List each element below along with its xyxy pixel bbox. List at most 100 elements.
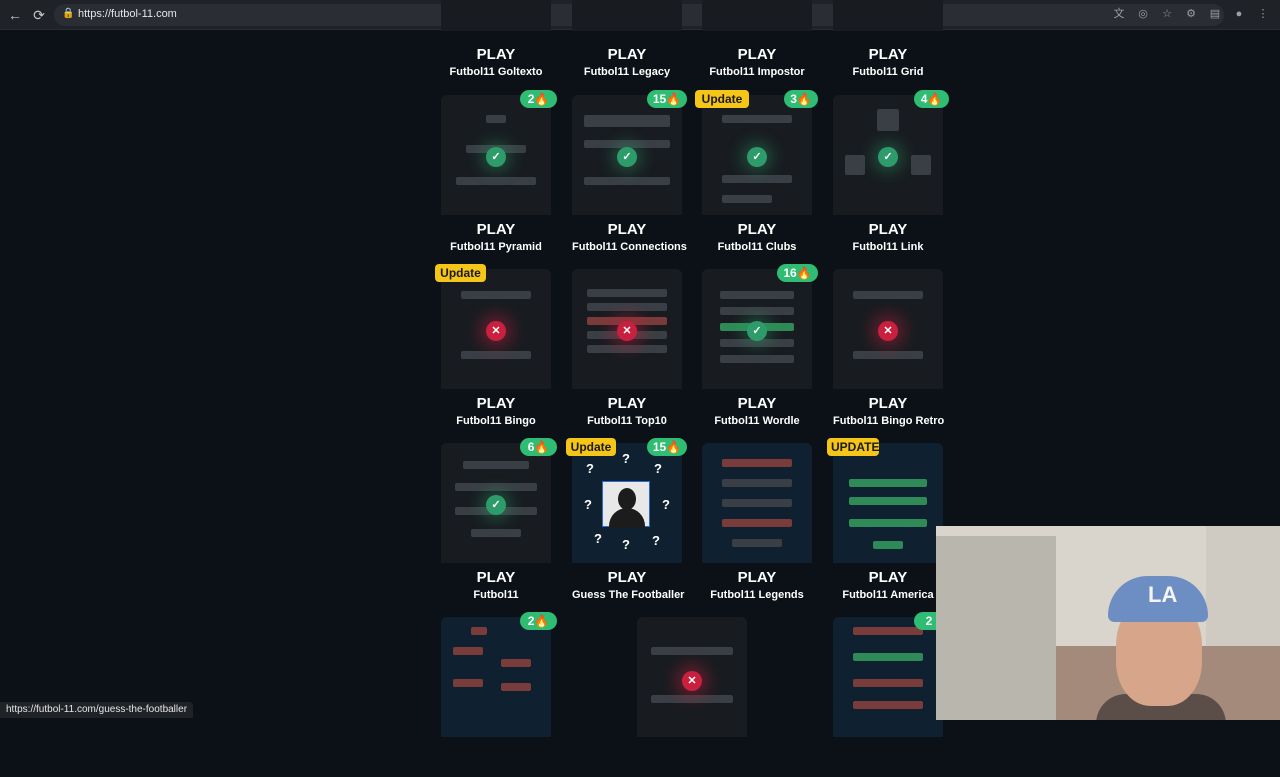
- webcam-overlay: LA: [936, 526, 1280, 720]
- game-title: Futbol11 Grid: [852, 66, 924, 78]
- failed-cross-icon: ✕: [682, 671, 702, 691]
- completed-check-icon: ✓: [747, 147, 767, 167]
- game-title: Futbol11 Bingo: [456, 415, 536, 427]
- game-card-legends[interactable]: PLAY Futbol11 Legends: [702, 443, 812, 603]
- play-button[interactable]: PLAY: [441, 395, 551, 412]
- play-button[interactable]: PLAY: [572, 569, 682, 586]
- game-title: Guess The Footballer: [572, 589, 685, 601]
- question-mark: ?: [584, 497, 592, 512]
- game-card-grid[interactable]: PLAY Futbol11 Grid: [833, 0, 943, 78]
- game-thumbnail: [441, 617, 551, 737]
- game-title: Futbol11: [473, 589, 519, 601]
- game-card-row4-1[interactable]: [441, 617, 551, 777]
- question-mark: ?: [652, 533, 660, 548]
- game-card-clubs[interactable]: ✓ PLAY Futbol11 Clubs: [702, 95, 812, 255]
- streak-badge: 16🔥: [777, 264, 818, 282]
- game-title: Futbol11 Impostor: [709, 66, 805, 78]
- game-card-guess-the-footballer[interactable]: ? ? ? ? ? ? ? ? PLAY Guess The Footballe…: [572, 443, 685, 603]
- game-card-connections[interactable]: ✓ PLAY Futbol11 Connections: [572, 95, 687, 255]
- webcam-door: [1206, 526, 1280, 646]
- game-title: Futbol11 Connections: [572, 241, 687, 253]
- failed-cross-icon: ✕: [878, 321, 898, 341]
- game-thumbnail: [702, 443, 812, 563]
- game-thumbnail: [702, 0, 812, 31]
- game-card-futbol11[interactable]: ✓ PLAY Futbol11: [441, 443, 551, 603]
- game-card-pyramid[interactable]: ✓ PLAY Futbol11 Pyramid: [441, 95, 551, 255]
- game-card-legacy[interactable]: PLAY Futbol11 Legacy: [572, 0, 682, 78]
- extensions-icon[interactable]: ⚙: [1184, 7, 1198, 21]
- streak-badge: 2🔥: [520, 612, 557, 630]
- lock-icon: 🔒: [62, 8, 75, 19]
- globe-icon[interactable]: ◎: [1136, 7, 1150, 21]
- play-button[interactable]: PLAY: [833, 569, 943, 586]
- play-button[interactable]: PLAY: [572, 395, 682, 412]
- game-title: Futbol11 Link: [852, 241, 924, 253]
- game-title: Futbol11 Legacy: [583, 66, 671, 78]
- streak-badge: 15🔥: [647, 90, 687, 108]
- back-icon[interactable]: ←: [6, 6, 24, 24]
- streak-badge: 2🔥: [520, 90, 557, 108]
- play-button[interactable]: PLAY: [702, 221, 812, 238]
- question-mark: ?: [622, 537, 630, 552]
- play-button[interactable]: PLAY: [702, 46, 812, 63]
- play-button[interactable]: PLAY: [702, 569, 812, 586]
- bookmark-star-icon[interactable]: ☆: [1160, 7, 1174, 21]
- game-thumbnail: [441, 0, 551, 31]
- game-title: Futbol11 America: [842, 589, 934, 601]
- game-card-goltexto[interactable]: PLAY Futbol11 Goltexto: [441, 0, 551, 78]
- update-badge: Update: [566, 438, 616, 456]
- webcam-closet: [936, 536, 1056, 720]
- game-title: Futbol11 Top10: [587, 415, 667, 427]
- play-button[interactable]: PLAY: [833, 395, 943, 412]
- update-badge: UPDATE: [827, 438, 879, 456]
- profile-icon[interactable]: ●: [1232, 7, 1246, 21]
- game-card-link[interactable]: ✓ PLAY Futbol11 Link: [833, 95, 943, 255]
- completed-check-icon: ✓: [486, 495, 506, 515]
- game-title: Futbol11 Wordle: [714, 415, 800, 427]
- play-button[interactable]: PLAY: [441, 569, 551, 586]
- cap-logo: LA: [1148, 582, 1178, 607]
- streak-badge: 15🔥: [647, 438, 687, 456]
- update-badge: Update: [435, 264, 486, 282]
- game-thumbnail: ✓: [702, 95, 812, 215]
- game-title: Futbol11 Pyramid: [450, 241, 542, 253]
- reload-icon[interactable]: ⟳: [30, 6, 48, 24]
- game-card-bingo[interactable]: ✕ PLAY Futbol11 Bingo: [441, 269, 551, 429]
- game-card-bingo-retro[interactable]: ✕ PLAY Futbol11 Bingo Retro: [833, 269, 944, 429]
- play-button[interactable]: PLAY: [572, 221, 682, 238]
- game-card-impostor[interactable]: PLAY Futbol11 Impostor: [702, 0, 812, 78]
- play-button[interactable]: PLAY: [572, 46, 682, 63]
- address-url[interactable]: https://futbol-11.com: [78, 8, 177, 20]
- play-button[interactable]: PLAY: [833, 46, 943, 63]
- completed-check-icon: ✓: [486, 147, 506, 167]
- menu-icon[interactable]: ⋮: [1256, 7, 1270, 21]
- game-card-top10[interactable]: ✕ PLAY Futbol11 Top10: [572, 269, 682, 429]
- link-preview-status: https://futbol-11.com/guess-the-football…: [0, 702, 194, 718]
- play-button[interactable]: PLAY: [441, 46, 551, 63]
- game-card-row4-3[interactable]: [833, 617, 943, 777]
- game-thumbnail: [572, 0, 682, 31]
- completed-check-icon: ✓: [878, 147, 898, 167]
- completed-check-icon: ✓: [617, 147, 637, 167]
- game-thumbnail: ✕: [637, 617, 747, 737]
- question-mark: ?: [594, 531, 602, 546]
- game-thumbnail: ✕: [833, 269, 943, 389]
- streak-badge: 4🔥: [914, 90, 949, 108]
- sidebar-icon[interactable]: ▤: [1208, 7, 1222, 21]
- toolbar-icons: 文 ◎ ☆ ⚙ ▤ ● ⋮: [1112, 7, 1270, 21]
- game-title: Futbol11 Clubs: [717, 241, 797, 253]
- game-title: Futbol11 Legends: [710, 589, 804, 601]
- translate-icon[interactable]: 文: [1112, 7, 1126, 21]
- question-mark: ?: [654, 461, 662, 476]
- game-card-wordle[interactable]: ✓ PLAY Futbol11 Wordle: [702, 269, 812, 429]
- question-mark: ?: [586, 461, 594, 476]
- play-button[interactable]: PLAY: [702, 395, 812, 412]
- question-mark: ?: [622, 451, 630, 466]
- streak-badge: 6🔥: [520, 438, 557, 456]
- game-thumbnail: ✓: [441, 443, 551, 563]
- completed-check-icon: ✓: [747, 321, 767, 341]
- game-card-row4-2[interactable]: ✕: [637, 617, 747, 777]
- play-button[interactable]: PLAY: [441, 221, 551, 238]
- play-button[interactable]: PLAY: [833, 221, 943, 238]
- game-card-america[interactable]: PLAY Futbol11 America: [833, 443, 943, 603]
